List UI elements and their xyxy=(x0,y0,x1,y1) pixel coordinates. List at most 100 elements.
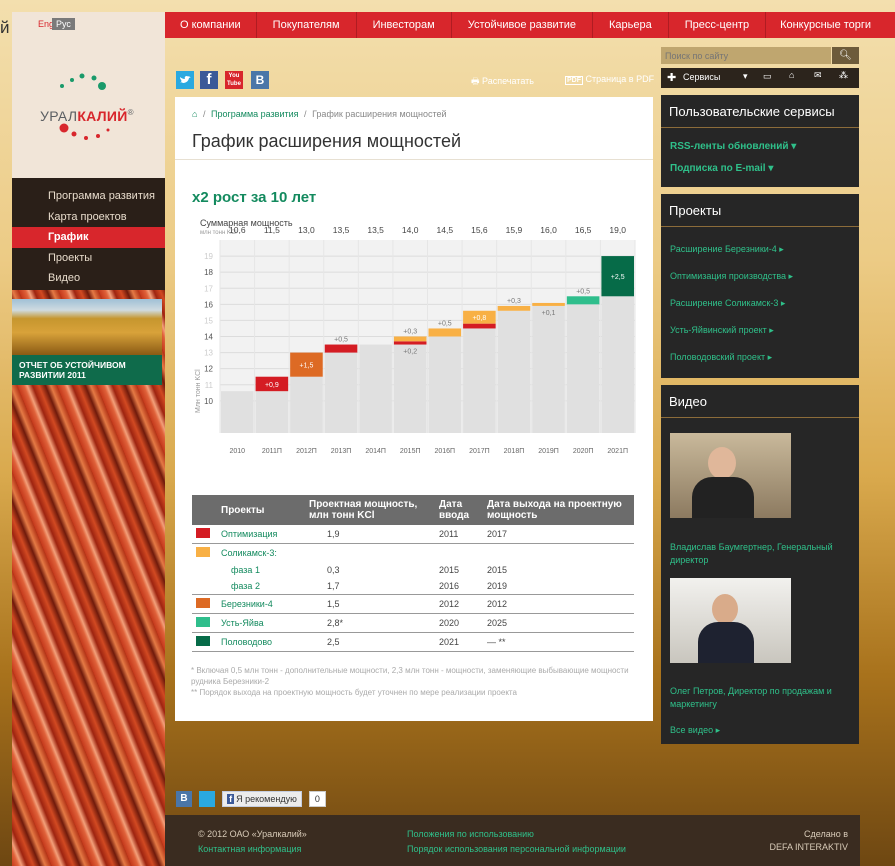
projects-link-berezniki[interactable]: Расширение Березники-4 ▸ xyxy=(661,236,859,263)
bar-base xyxy=(497,310,531,433)
left-nav-projects[interactable]: Проекты xyxy=(12,248,165,269)
mobile-icon[interactable]: ▭ xyxy=(763,71,772,82)
y-tick-label: 18 xyxy=(204,268,213,277)
bar-increment xyxy=(532,302,565,306)
terms-link[interactable]: Положения по использованию xyxy=(407,829,534,839)
facebook-icon[interactable]: f xyxy=(200,71,218,89)
th-projects: Проекты xyxy=(217,495,305,525)
bar-increment xyxy=(393,336,427,342)
table-row: Оптимизация 1,9 2011 2017 xyxy=(192,525,634,544)
sitemap-icon[interactable]: ⁂ xyxy=(839,70,848,81)
all-videos-link[interactable]: Все видео ▸ xyxy=(661,725,729,736)
top-nav-sustainability[interactable]: Устойчивое развитие xyxy=(452,12,593,38)
left-nav-video[interactable]: Видео xyxy=(12,268,165,289)
bar-base xyxy=(463,328,496,433)
bar-increment xyxy=(428,328,462,337)
projects-table: Проекты Проектная мощность, млн тонн KCl… xyxy=(192,495,634,652)
project-full: 2017 xyxy=(487,529,508,539)
pdf-link[interactable]: PDF Страница в PDF xyxy=(565,74,654,85)
x-tick-label: 2010 xyxy=(230,448,246,455)
vkontakte-icon[interactable]: B xyxy=(251,71,269,89)
main-content: ⌂ / Программа развития / График расширен… xyxy=(175,97,653,721)
th-capacity: Проектная мощность, млн тонн KCl xyxy=(305,495,435,525)
top-nav-tenders[interactable]: Конкурсные торги xyxy=(766,12,885,38)
agency-link[interactable]: DEFA INTERAKTIV xyxy=(769,842,848,852)
projects-link-optimization[interactable]: Оптимизация производства ▸ xyxy=(661,263,859,290)
top-nav-company[interactable]: О компании xyxy=(165,12,257,38)
x-tick-label: 2013П xyxy=(331,448,352,455)
email-subscription-link[interactable]: Подписка по E-mail ▾ xyxy=(661,159,859,179)
home-icon[interactable]: ⌂ xyxy=(192,109,197,119)
top-nav-press[interactable]: Пресс-центр xyxy=(669,12,767,38)
y-tick-label: 17 xyxy=(204,284,213,293)
bar-increment-label: +0,5 xyxy=(576,288,590,295)
project-name[interactable]: фаза 1 xyxy=(231,565,260,575)
bar-increment-label: +0,1 xyxy=(542,310,556,317)
bottom-social: B fЯ рекомендую 0 xyxy=(176,791,326,807)
twitter-icon[interactable] xyxy=(176,71,194,89)
y-tick-label: 16 xyxy=(204,300,213,309)
projects-link-polovodovo[interactable]: Половодовский проект ▸ xyxy=(661,344,859,371)
project-start: 2011 xyxy=(439,529,459,539)
mail-icon[interactable]: ✉ xyxy=(814,70,822,81)
project-name[interactable]: Оптимизация xyxy=(221,529,277,539)
chevron-down-icon[interactable]: ▾ xyxy=(743,71,748,82)
home-icon[interactable]: ⌂ xyxy=(789,70,794,80)
privacy-link[interactable]: Порядок использования персональной инфор… xyxy=(407,844,626,854)
facebook-like-button[interactable]: fЯ рекомендую xyxy=(222,791,302,807)
bar-total-label: 15,6 xyxy=(471,225,488,235)
user-services-box: Пользовательские сервисы RSS-ленты обнов… xyxy=(661,95,859,187)
x-tick-label: 2021П xyxy=(607,448,628,455)
services-bar: ✚ Сервисы ▾ ▭ ⌂ ✉ ⁂ xyxy=(661,68,859,88)
youtube-icon[interactable]: You Tube xyxy=(225,71,243,89)
video-thumbnail-1[interactable] xyxy=(670,433,791,518)
project-name[interactable]: Половодово xyxy=(221,637,272,647)
top-nav-investors[interactable]: Инвесторам xyxy=(357,12,452,38)
search-icon[interactable]: 🔍︎ xyxy=(832,47,859,64)
video-caption-1[interactable]: Владислав Баумгертнер, Генеральный дирек… xyxy=(661,541,851,567)
services-dropdown[interactable]: Сервисы xyxy=(683,72,720,82)
language-switch: Eng Рус xyxy=(12,12,165,38)
divider xyxy=(175,159,653,160)
project-name[interactable]: Усть-Яйва xyxy=(221,618,264,628)
bar-total-label: 13,5 xyxy=(367,225,384,235)
sustainability-report-banner[interactable]: ОТЧЕТ ОБ УСТОЙЧИВОМ РАЗВИТИИ 2011 xyxy=(12,299,162,395)
project-start: 2012 xyxy=(439,599,460,609)
y-tick-label: 13 xyxy=(204,349,213,358)
logo[interactable]: УРАЛКАЛИЙ® xyxy=(12,38,165,178)
x-tick-label: 2018П xyxy=(504,448,525,455)
y-tick-label: 10 xyxy=(204,397,213,406)
lang-rus[interactable]: Рус xyxy=(52,18,75,30)
bar-total-label: 10,6 xyxy=(229,225,246,235)
twitter-icon[interactable] xyxy=(199,791,216,807)
vkontakte-icon[interactable]: B xyxy=(176,791,192,807)
video-thumbnail-2[interactable] xyxy=(670,578,791,663)
projects-title: Проекты xyxy=(661,194,859,227)
project-name[interactable]: Соликамск-3: xyxy=(221,548,277,558)
logo-text: УРАЛКАЛИЙ® xyxy=(40,108,134,124)
left-nav-map[interactable]: Карта проектов xyxy=(12,207,165,228)
project-name[interactable]: Березники-4 xyxy=(221,599,273,609)
project-capacity: 2,5 xyxy=(327,637,340,647)
projects-link-solikamsk[interactable]: Расширение Соликамск-3 ▸ xyxy=(661,290,859,317)
video-caption-2[interactable]: Олег Петров, Директор по продажам и марк… xyxy=(661,685,851,711)
project-full: 2015 xyxy=(487,565,508,575)
print-link[interactable]: 🖶 Распечатать xyxy=(471,74,534,90)
left-nav-schedule[interactable]: График xyxy=(12,227,165,248)
bar-increment-label: +0,8 xyxy=(472,315,486,322)
contacts-link[interactable]: Контактная информация xyxy=(198,844,301,854)
project-capacity: 0,3 xyxy=(327,565,340,575)
bar-base xyxy=(359,344,392,433)
bar-increment-label: +0,3 xyxy=(507,298,521,305)
top-nav: О компании Покупателям Инвесторам Устойч… xyxy=(165,12,895,38)
breadcrumb-program[interactable]: Программа развития xyxy=(211,109,299,119)
rss-link[interactable]: RSS-ленты обновлений ▾ xyxy=(661,137,859,157)
left-nav-program[interactable]: Программа развития xyxy=(12,186,165,207)
projects-link-ust-yayva[interactable]: Усть-Яйвинский проект ▸ xyxy=(661,317,859,344)
top-nav-buyers[interactable]: Покупателям xyxy=(257,12,357,38)
x-tick-label: 2016П xyxy=(434,448,455,455)
project-capacity: 1,7 xyxy=(327,581,340,591)
top-nav-career[interactable]: Карьера xyxy=(593,12,669,38)
search-input[interactable] xyxy=(661,47,831,64)
project-name[interactable]: фаза 2 xyxy=(231,581,260,591)
